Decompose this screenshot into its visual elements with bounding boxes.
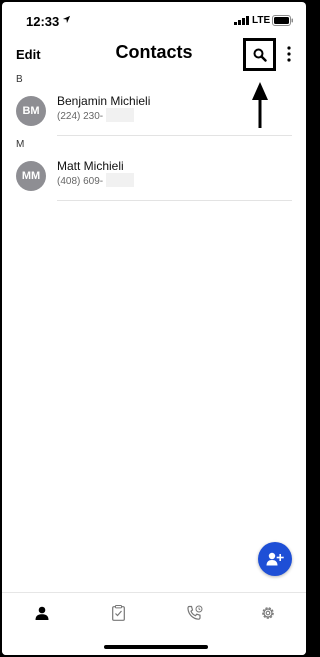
redacted-area	[106, 108, 134, 122]
contact-name: Matt Michieli	[57, 159, 124, 173]
home-indicator	[104, 645, 208, 649]
redacted-area	[106, 173, 134, 187]
status-time: 12:33	[26, 14, 60, 29]
settings-gear-icon	[262, 607, 274, 619]
section-header-b: B	[16, 74, 23, 85]
network-label: LTE	[252, 15, 271, 26]
app-screen: 12:33 LTE Edit Contacts B BM Benjamin Mi…	[2, 2, 306, 655]
signal-bars-icon	[234, 16, 249, 25]
search-button[interactable]	[243, 38, 276, 71]
avatar: BM	[16, 96, 46, 126]
more-options-icon[interactable]	[287, 46, 291, 62]
contact-phone: (224) 230-	[57, 111, 104, 122]
tab-bar	[2, 592, 306, 655]
add-person-icon	[266, 552, 284, 566]
clipboard-icon	[111, 605, 125, 621]
avatar: MM	[16, 161, 46, 191]
divider	[57, 135, 292, 136]
contact-row[interactable]: BM Benjamin Michieli (224) 230-	[2, 88, 306, 138]
contact-phone: (408) 609-	[57, 176, 104, 187]
divider	[57, 200, 292, 201]
battery-icon	[272, 15, 293, 26]
tab-contacts[interactable]	[32, 603, 52, 623]
add-contact-button[interactable]	[258, 542, 292, 576]
tab-calls[interactable]	[184, 603, 204, 623]
section-header-m: M	[16, 139, 25, 150]
status-bar: 12:33 LTE	[2, 2, 306, 38]
contact-row[interactable]: MM Matt Michieli (408) 609-	[2, 153, 306, 203]
search-icon	[253, 48, 267, 62]
contacts-person-icon	[35, 606, 49, 620]
location-arrow-icon	[62, 15, 71, 24]
tab-settings[interactable]	[258, 603, 278, 623]
nav-header: Edit Contacts	[2, 38, 306, 74]
tab-tasks[interactable]	[108, 603, 128, 623]
call-history-icon	[186, 605, 202, 620]
contact-name: Benjamin Michieli	[57, 94, 151, 108]
